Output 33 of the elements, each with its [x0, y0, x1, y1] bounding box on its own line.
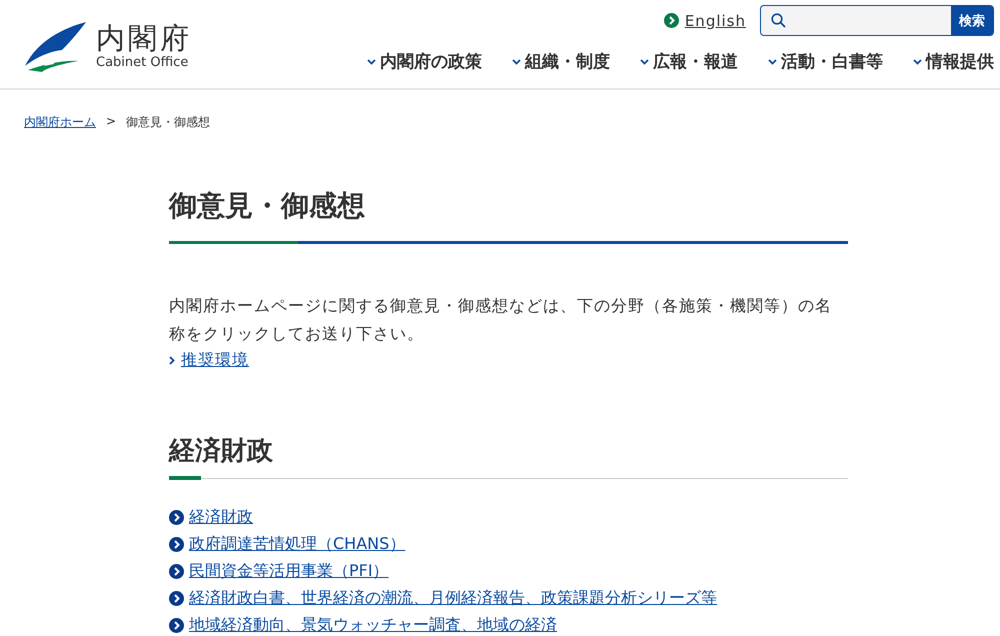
- breadcrumb-separator: >: [106, 114, 116, 130]
- arrow-circle-icon: [664, 13, 679, 28]
- logo-subtitle: Cabinet Office: [96, 55, 190, 71]
- chevron-down-icon: [640, 58, 649, 64]
- intro-text: 内閣府ホームページに関する御意見・御感想などは、下の分野（各施策・機関等）の名称をクリックしてお送り下さい。: [169, 295, 833, 345]
- leaf-logo-icon: [24, 20, 86, 72]
- nav-menu-item[interactable]: 広報・報道: [653, 50, 738, 73]
- chevron-down-icon: [913, 58, 922, 64]
- section-link[interactable]: 経済財政: [189, 507, 253, 528]
- recommended-environment-link[interactable]: 推奨環境: [181, 350, 249, 371]
- arrow-circle-icon: [169, 618, 184, 633]
- section-link[interactable]: 政府調達苦情処理（CHANS）: [189, 534, 406, 555]
- section-heading: 経済財政: [169, 435, 274, 468]
- nav-menu-item[interactable]: 組織・制度: [525, 50, 610, 73]
- section-link[interactable]: 民間資金等活用事業（PFI）: [189, 561, 389, 582]
- chevron-down-icon: [367, 58, 376, 64]
- logo-title: 内閣府: [96, 21, 192, 55]
- section-link[interactable]: 経済財政白書、世界経済の潮流、月例経済報告、政策課題分析シリーズ等: [189, 588, 717, 609]
- english-link[interactable]: English: [684, 12, 746, 30]
- nav-menu-item[interactable]: 情報提供: [926, 50, 994, 73]
- page-title: 御意見・御感想: [169, 188, 366, 224]
- arrow-circle-icon: [169, 537, 184, 552]
- nav-menu-item[interactable]: 内閣府の政策: [380, 50, 482, 73]
- breadcrumb-current: 御意見・御感想: [126, 114, 210, 131]
- section-link[interactable]: 地域経済動向、景気ウォッチャー調査、地域の経済: [189, 615, 557, 636]
- nav-menu-item[interactable]: 活動・白書等: [781, 50, 883, 73]
- chevron-right-icon: [169, 356, 175, 365]
- chevron-down-icon: [512, 58, 521, 64]
- arrow-circle-icon: [169, 591, 184, 606]
- chevron-down-icon: [768, 58, 777, 64]
- arrow-circle-icon: [169, 564, 184, 579]
- arrow-circle-icon: [169, 510, 184, 525]
- breadcrumb-link[interactable]: 内閣府ホーム: [24, 114, 96, 131]
